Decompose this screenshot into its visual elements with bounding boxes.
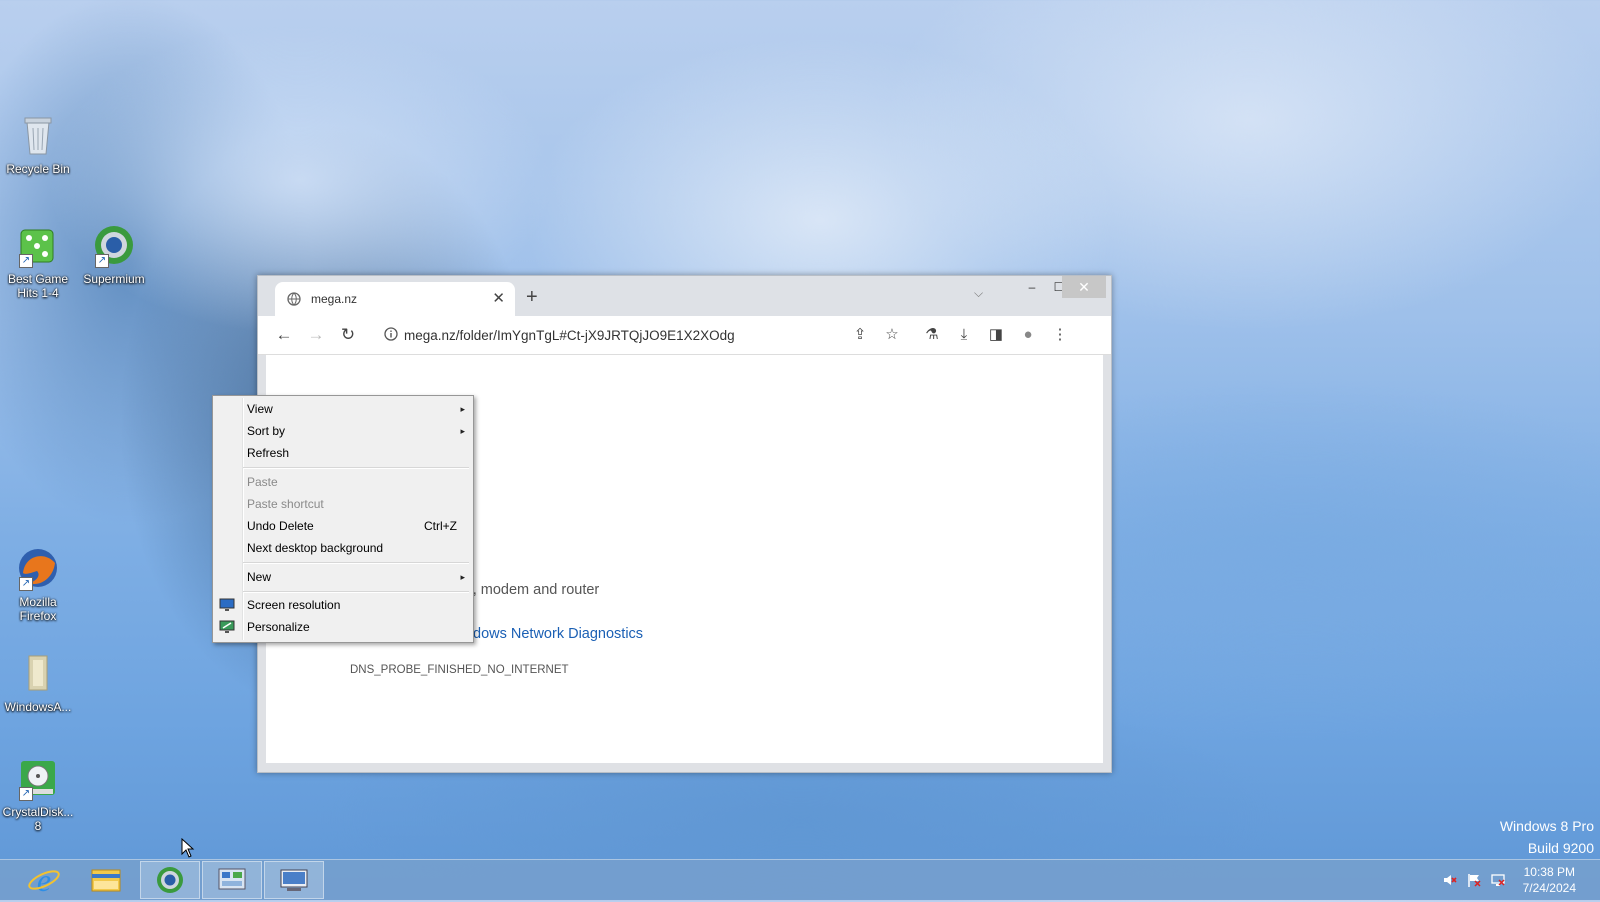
taskbar-supermium[interactable] [140, 861, 200, 899]
shortcut-arrow-icon: ↗ [95, 254, 109, 268]
desktop-icon-crystaldisk[interactable]: ↗ CrystalDisk... 8 [0, 755, 76, 833]
personalize-icon [219, 620, 235, 634]
menu-gutter [242, 398, 244, 640]
dice-icon: ↗ [15, 222, 61, 268]
menu-item-screen-resolution[interactable]: Screen resolution [247, 595, 467, 615]
desktop-icon-recycle-bin[interactable]: Recycle Bin [0, 112, 76, 176]
system-clock[interactable]: 10:38 PM 7/24/2024 [1523, 864, 1576, 896]
desktop-icon-label: Recycle Bin [6, 162, 70, 176]
desktop-icon-label: Best Game Hits 1-4 [7, 272, 69, 300]
error-code: DNS_PROBE_FINISHED_NO_INTERNET [350, 664, 569, 676]
tab-search-icon[interactable]: ⌵ [974, 286, 983, 301]
share-icon[interactable]: ⇪ [848, 323, 872, 347]
desktop-icon-label: Mozilla Firefox [19, 595, 57, 623]
taskbar-remote-desktop[interactable] [264, 861, 324, 899]
taskbar-internet-explorer[interactable]: e [14, 861, 74, 899]
browser-toolbar: ← → ↻ mega.nz/folder/ImYgnTgL#Ct-jX9JRTQ… [258, 316, 1111, 355]
menu-item-next-background[interactable]: Next desktop background [247, 538, 467, 558]
menu-item-personalize[interactable]: Personalize [247, 617, 467, 637]
clock-time: 10:38 PM [1523, 865, 1575, 879]
menu-item-shortcut: Ctrl+Z [424, 519, 457, 533]
menu-item-new[interactable]: New ▸ [247, 567, 467, 587]
desktop-icon-supermium[interactable]: ↗ Supermium [76, 222, 152, 286]
tab-strip: mega.nz ✕ + ⌵ – ☐ ✕ [258, 276, 1111, 316]
desktop-context-menu: View ▸ Sort by ▸ Refresh Paste Paste sho… [212, 395, 474, 643]
screen-resolution-icon [219, 598, 235, 612]
action-center-flag-icon[interactable] [1466, 872, 1482, 888]
url-text[interactable]: mega.nz/folder/ImYgnTgL#Ct-jX9JRTQjJO9E1… [404, 328, 735, 343]
network-disconnected-icon[interactable] [1490, 872, 1506, 888]
minimize-button[interactable]: – [1018, 276, 1046, 298]
menu-item-paste[interactable]: Paste [247, 472, 467, 492]
forward-button[interactable]: → [304, 323, 328, 347]
download-icon[interactable]: ⤓ [952, 323, 976, 347]
reload-button[interactable]: ↻ [336, 323, 360, 347]
menu-separator [243, 591, 469, 593]
menu-item-paste-shortcut[interactable]: Paste shortcut [247, 494, 467, 514]
file-explorer-icon [91, 869, 121, 892]
menu-separator [243, 467, 469, 469]
menu-item-label: New [247, 570, 272, 584]
labs-icon[interactable]: ⚗ [920, 323, 944, 347]
menu-item-label: Undo Delete [247, 519, 314, 533]
site-info-icon[interactable] [384, 327, 398, 341]
desktop-icon-label: WindowsA... [4, 700, 72, 714]
tab-title: mega.nz [311, 292, 358, 306]
folder-icon [15, 650, 61, 696]
watermark-build: Build 9200 [1527, 840, 1594, 856]
menu-icon[interactable]: ⋮ [1048, 323, 1072, 347]
shortcut-arrow-icon: ↗ [19, 577, 33, 591]
menu-item-refresh[interactable]: Refresh [247, 443, 467, 463]
taskbar-control-panel[interactable] [202, 861, 262, 899]
address-bar[interactable]: mega.nz/folder/ImYgnTgL#Ct-jX9JRTQjJO9E1… [374, 321, 914, 349]
shortcut-arrow-icon: ↗ [19, 787, 33, 801]
close-button[interactable]: ✕ [1062, 276, 1106, 298]
desktop-icon-best-game-hits[interactable]: ↗ Best Game Hits 1-4 [0, 222, 76, 300]
bookmark-star-icon[interactable]: ☆ [880, 323, 904, 347]
clock-date: 7/24/2024 [1522, 881, 1576, 895]
volume-muted-icon[interactable] [1442, 872, 1458, 888]
crystaldisk-icon: ↗ [15, 755, 61, 801]
profile-icon[interactable]: ● [1016, 323, 1040, 347]
desktop-icon-windowsa[interactable]: WindowsA... [0, 650, 76, 714]
internet-explorer-icon: e [28, 862, 60, 898]
menu-item-view[interactable]: View ▸ [247, 399, 467, 419]
menu-item-label: Sort by [247, 424, 286, 438]
submenu-arrow-icon: ▸ [460, 426, 465, 436]
shortcut-arrow-icon: ↗ [19, 254, 33, 268]
windows-watermark: Windows 8 Pro Build 9200 [1500, 815, 1594, 859]
desktop-icon-label: Supermium [83, 272, 145, 286]
desktop-icon-label: CrystalDisk... 8 [2, 805, 74, 833]
menu-item-undo-delete[interactable]: Undo Delete Ctrl+Z [247, 516, 467, 536]
new-tab-button[interactable]: + [526, 286, 538, 309]
remote-desktop-icon [280, 869, 308, 891]
browser-tab[interactable]: mega.nz ✕ [275, 282, 515, 316]
submenu-arrow-icon: ▸ [460, 404, 465, 414]
back-button[interactable]: ← [272, 323, 296, 347]
submenu-arrow-icon: ▸ [460, 572, 465, 582]
supermium-icon: ↗ [91, 222, 137, 268]
side-panel-icon[interactable]: ◨ [984, 323, 1008, 347]
supermium-icon [157, 867, 183, 893]
control-panel-icon [218, 868, 246, 890]
mouse-cursor-icon [181, 837, 195, 861]
menu-separator [243, 562, 469, 564]
tab-close-icon[interactable]: ✕ [492, 289, 505, 307]
desktop-icon-firefox[interactable]: ↗ Mozilla Firefox [0, 545, 76, 623]
globe-icon [287, 292, 301, 306]
taskbar-file-explorer[interactable] [76, 861, 136, 899]
taskbar: e 10:38 PM 7/24/2024 [0, 859, 1600, 900]
svg-text:e: e [37, 862, 51, 898]
menu-item-label: View [247, 402, 273, 416]
recycle-bin-icon [15, 112, 61, 158]
firefox-icon: ↗ [15, 545, 61, 591]
watermark-edition: Windows 8 Pro [1499, 818, 1594, 834]
menu-item-sort-by[interactable]: Sort by ▸ [247, 421, 467, 441]
